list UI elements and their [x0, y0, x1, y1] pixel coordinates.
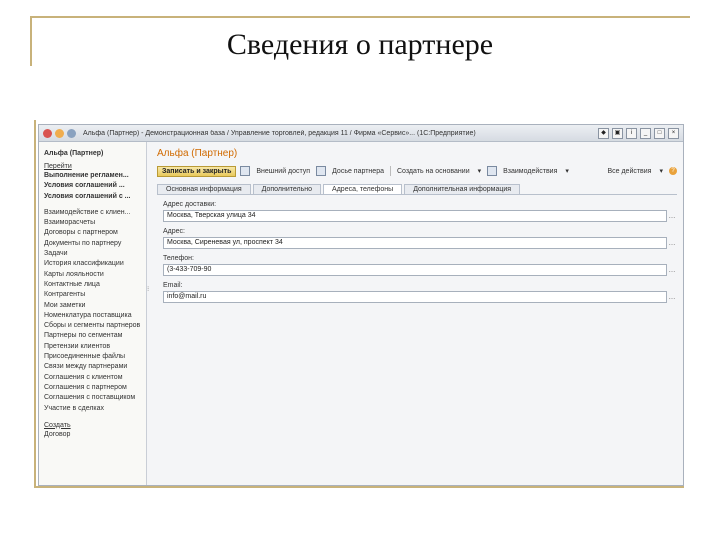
chevron-down-icon[interactable]: ▾	[657, 166, 665, 176]
sidebar-item[interactable]: Условия соглашений с ...	[44, 192, 141, 202]
window-title: Альфа (Партнер) - Демонстрационная база …	[83, 129, 476, 137]
sidebar-item[interactable]: Сборы и сегменты партнеров	[44, 321, 141, 331]
sidebar-item[interactable]: Документы по партнеру	[44, 239, 141, 249]
chevron-down-icon[interactable]: ▾	[563, 166, 571, 176]
sidebar-goto-section: Перейти	[44, 163, 72, 170]
address-label: Адрес:	[163, 228, 185, 235]
frame-left-rule	[34, 120, 36, 488]
sidebar-create-section: Создать	[44, 421, 71, 429]
pin-icon[interactable]: ◆	[598, 127, 609, 139]
tab-additional[interactable]: Дополнительно	[252, 184, 322, 194]
interactions-button[interactable]: Взаимодействия	[501, 167, 559, 176]
slide-title: Сведения о партнере	[226, 28, 494, 61]
history-icon[interactable]: ▣	[612, 127, 623, 139]
trash-icon[interactable]	[316, 166, 327, 176]
phone-label: Телефон:	[163, 255, 194, 262]
all-actions-button[interactable]: Все действия	[605, 167, 653, 176]
maximize-icon[interactable]: □	[654, 127, 665, 139]
email-label: Email:	[163, 282, 183, 289]
info-icon[interactable]: i	[626, 127, 637, 139]
sidebar-item[interactable]: Контрагенты	[44, 290, 141, 300]
delivery-address-label: Адрес доставки:	[163, 201, 217, 208]
help-icon[interactable]: ?	[669, 167, 677, 175]
sidebar-item[interactable]: Договоры с партнером	[44, 228, 141, 238]
save-close-button[interactable]: Записать и закрыть	[157, 165, 237, 177]
sidebar-item[interactable]: Соглашения с клиентом	[44, 373, 141, 383]
sidebar-item[interactable]: Задачи	[44, 249, 141, 259]
menu-icon[interactable]	[55, 128, 64, 138]
email-field[interactable]: info@mail.ru	[163, 291, 667, 303]
sidebar-item[interactable]: Выполнение регламен...	[44, 171, 141, 181]
partner-dossier-button[interactable]: Досье партнера	[330, 167, 386, 176]
form-title: Альфа (Партнер)	[157, 148, 238, 159]
app-logo-icon	[43, 128, 52, 138]
sidebar-item[interactable]: История классификации	[44, 259, 141, 269]
sidebar-item[interactable]: Карты лояльности	[44, 270, 141, 280]
sidebar-item[interactable]: Участие в сделках	[44, 404, 141, 414]
tab-main-info[interactable]: Основная информация	[157, 184, 251, 194]
sidebar-item[interactable]: Связи между партнерами	[44, 362, 141, 372]
minimize-icon[interactable]: _	[640, 127, 651, 139]
title-bar: Альфа (Партнер) - Демонстрационная база …	[39, 125, 683, 142]
form-tabs: Основная информация Дополнительно Адреса…	[157, 184, 677, 195]
select-button[interactable]: …	[667, 213, 677, 220]
select-button[interactable]: …	[667, 294, 677, 301]
form-area: Альфа (Партнер) Записать и закрыть Внешн…	[151, 142, 683, 485]
close-icon[interactable]: ×	[668, 127, 679, 139]
address-field[interactable]: Москва, Сиреневая ул, проспект 34	[163, 237, 667, 249]
sidebar-item[interactable]: Условия соглашений ...	[44, 181, 141, 191]
delivery-address-field[interactable]: Москва, Тверская улица 34	[163, 210, 667, 222]
sidebar-item[interactable]: Соглашения с поставщиком	[44, 393, 141, 403]
sidebar-item[interactable]: Взаимодействие с клиен...	[44, 208, 141, 218]
form-toolbar: Записать и закрыть Внешний доступ Досье …	[157, 164, 677, 178]
sidebar-item[interactable]: Номенклатура поставщика	[44, 311, 141, 321]
sidebar-item[interactable]: Претензии клиентов	[44, 342, 141, 352]
slide-top-rule	[30, 16, 690, 18]
external-access-button[interactable]: Внешний доступ	[254, 167, 312, 176]
frame-bottom-rule	[34, 486, 684, 488]
interactions-icon	[487, 166, 498, 176]
save-icon[interactable]	[240, 166, 251, 176]
back-icon[interactable]	[67, 128, 76, 138]
tab-additional-info[interactable]: Дополнительная информация	[404, 184, 521, 194]
sidebar-item[interactable]: Партнеры по сегментам	[44, 331, 141, 341]
sidebar-item[interactable]: Контактные лица	[44, 280, 141, 290]
panel-splitter[interactable]: ⁝	[147, 285, 150, 293]
sidebar: Альфа (Партнер) Перейти Выполнение регла…	[39, 142, 147, 485]
sidebar-header: Альфа (Партнер)	[44, 150, 104, 157]
sidebar-item[interactable]: Мои заметки	[44, 301, 141, 311]
app-window: Альфа (Партнер) - Демонстрационная база …	[38, 124, 684, 486]
phone-field[interactable]: (3-433-709-90	[163, 264, 667, 276]
sidebar-item[interactable]: Договор	[44, 430, 141, 440]
select-button[interactable]: …	[667, 240, 677, 247]
sidebar-item[interactable]: Взаиморасчеты	[44, 218, 141, 228]
chevron-down-icon[interactable]: ▾	[476, 166, 484, 176]
sidebar-item[interactable]: Присоединенные файлы	[44, 352, 141, 362]
tab-addresses-phones[interactable]: Адреса, телефоны	[323, 184, 403, 194]
select-button[interactable]: …	[667, 267, 677, 274]
create-based-button[interactable]: Создать на основании	[395, 167, 472, 176]
sidebar-item[interactable]: Соглашения с партнером	[44, 383, 141, 393]
